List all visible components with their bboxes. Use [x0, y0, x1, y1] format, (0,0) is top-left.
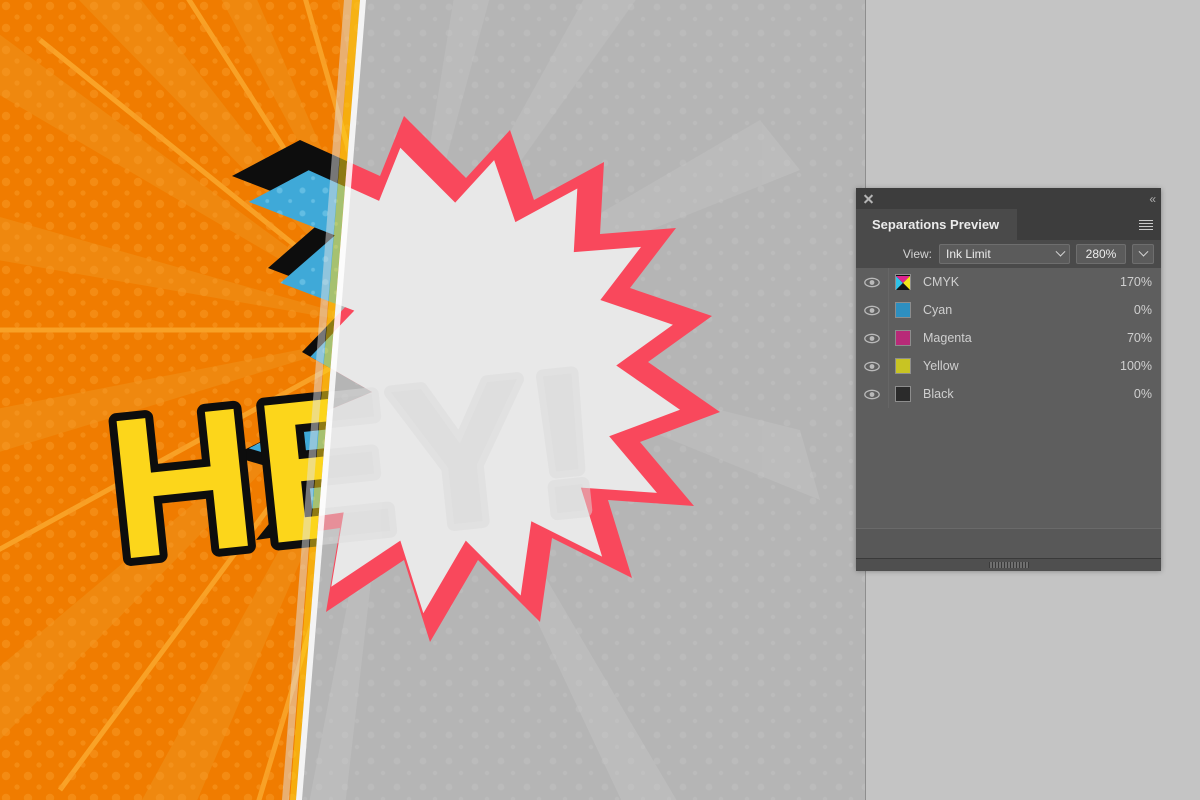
ink-name: Yellow: [923, 359, 959, 373]
ink-swatch: [889, 358, 917, 374]
close-icon[interactable]: [863, 193, 874, 204]
ink-percent: 0%: [1133, 387, 1152, 401]
ink-row[interactable]: Yellow 100%: [856, 352, 1161, 380]
view-controls-row: View: Ink Limit 280%: [856, 240, 1161, 268]
ink-row[interactable]: Cyan 0%: [856, 296, 1161, 324]
panel-title: Separations Preview: [872, 217, 1000, 232]
eye-icon[interactable]: [856, 296, 889, 324]
view-mode-select[interactable]: Ink Limit: [939, 244, 1070, 264]
panel-tab-row: Separations Preview: [856, 209, 1161, 240]
resize-grip[interactable]: [856, 559, 1161, 571]
ink-limit-percent: 280%: [1085, 247, 1117, 261]
chevron-down-icon: [1134, 246, 1152, 258]
ink-swatch: [889, 386, 917, 402]
eye-icon[interactable]: [856, 352, 889, 380]
eye-icon[interactable]: [856, 268, 889, 296]
ink-percent: 70%: [1126, 331, 1152, 345]
ink-swatch: [889, 274, 917, 290]
view-mode-value: Ink Limit: [946, 247, 991, 261]
ink-limit-value[interactable]: 280%: [1076, 244, 1126, 264]
ink-percent: 0%: [1133, 303, 1152, 317]
tab-filler: [1017, 209, 1131, 240]
artboard[interactable]: HEY!: [0, 0, 866, 800]
panel-empty-area: [856, 408, 1161, 529]
hamburger-glyph: [1139, 218, 1153, 232]
ink-row[interactable]: CMYK 170%: [856, 268, 1161, 296]
ink-swatch: [889, 330, 917, 346]
separations-preview-panel[interactable]: « Separations Preview View: Ink Limit 28…: [856, 188, 1161, 571]
eye-icon[interactable]: [856, 380, 889, 408]
ink-swatch: [889, 302, 917, 318]
panel-menu-icon[interactable]: [1131, 209, 1161, 240]
grip-dots: [988, 562, 1029, 568]
ink-percent: 170%: [1120, 275, 1152, 289]
collapse-to-icons-icon[interactable]: «: [1149, 193, 1156, 205]
comic-artwork: HEY!: [0, 0, 866, 800]
eye-icon[interactable]: [856, 324, 889, 352]
tab-separations-preview[interactable]: Separations Preview: [856, 209, 1018, 240]
ink-name: CMYK: [923, 275, 960, 289]
ink-limit-dropdown-button[interactable]: [1132, 244, 1154, 264]
ink-name: Black: [923, 387, 954, 401]
ink-name: Cyan: [923, 303, 953, 317]
panel-footer: [856, 529, 1161, 559]
ink-row[interactable]: Black 0%: [856, 380, 1161, 408]
view-label: View:: [902, 247, 932, 261]
ink-percent: 100%: [1120, 359, 1152, 373]
ink-list[interactable]: CMYK 170% Cyan 0% Magenta 70% Yellow 100% Black 0…: [856, 268, 1161, 408]
chevron-down-icon: [1051, 246, 1069, 258]
ink-row[interactable]: Magenta 70%: [856, 324, 1161, 352]
panel-titlebar: «: [856, 188, 1161, 209]
ink-name: Magenta: [923, 331, 972, 345]
